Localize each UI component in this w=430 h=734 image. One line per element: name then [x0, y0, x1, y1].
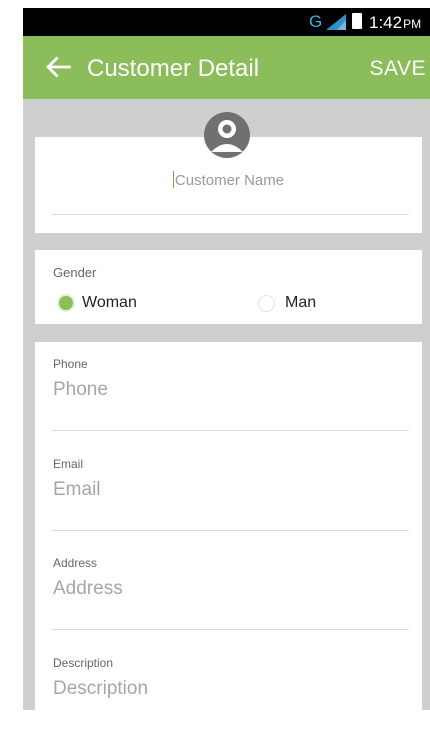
gender-option-woman[interactable]: Woman	[59, 294, 137, 312]
radio-unchecked-icon	[258, 294, 275, 312]
gender-option-man[interactable]: Man	[258, 294, 316, 312]
description-field: Description Description	[53, 656, 409, 710]
gender-option-label: Man	[285, 294, 317, 311]
network-type: G	[309, 12, 323, 31]
address-field: Address Address	[52, 556, 409, 656]
address-label: Address	[53, 556, 98, 570]
arrow-left-icon[interactable]	[41, 50, 75, 84]
gender-option-label: Woman	[82, 294, 137, 311]
address-input[interactable]: Address	[53, 578, 123, 600]
phone-screen: G 1:42PM Customer Detail SAVE Customer N…	[23, 8, 430, 710]
customer-name-input[interactable]: Customer Name	[35, 171, 422, 189]
customer-name-placeholder: Customer Name	[174, 172, 285, 189]
phone-field: Phone Phone	[52, 357, 409, 457]
phone-underline	[52, 430, 409, 431]
contact-fields-card: Phone Phone Email Email Address Address …	[35, 342, 422, 710]
app-bar: Customer Detail SAVE	[23, 36, 430, 99]
email-field: Email Email	[52, 457, 409, 557]
save-button[interactable]: SAVE	[370, 57, 426, 81]
gender-label: Gender	[53, 265, 97, 280]
email-underline	[52, 530, 409, 531]
page-title: Customer Detail	[87, 55, 260, 82]
email-input[interactable]: Email	[53, 479, 101, 501]
radio-checked-icon	[59, 296, 73, 310]
email-label: Email	[53, 457, 84, 471]
description-input[interactable]: Description	[53, 678, 148, 700]
phone-input[interactable]: Phone	[53, 379, 108, 401]
name-underline	[52, 214, 409, 215]
description-label: Description	[53, 656, 114, 670]
status-bar: G 1:42PM	[23, 8, 430, 36]
gender-card: Gender Woman Man	[35, 250, 422, 324]
person-avatar-icon[interactable]	[204, 112, 250, 158]
avatar-graphic	[211, 120, 243, 152]
phone-label: Phone	[53, 357, 88, 371]
address-underline	[52, 629, 409, 630]
signal-icon	[326, 14, 346, 30]
battery-icon	[352, 13, 362, 29]
text-cursor	[172, 171, 174, 188]
status-time: 1:42PM	[369, 13, 422, 32]
